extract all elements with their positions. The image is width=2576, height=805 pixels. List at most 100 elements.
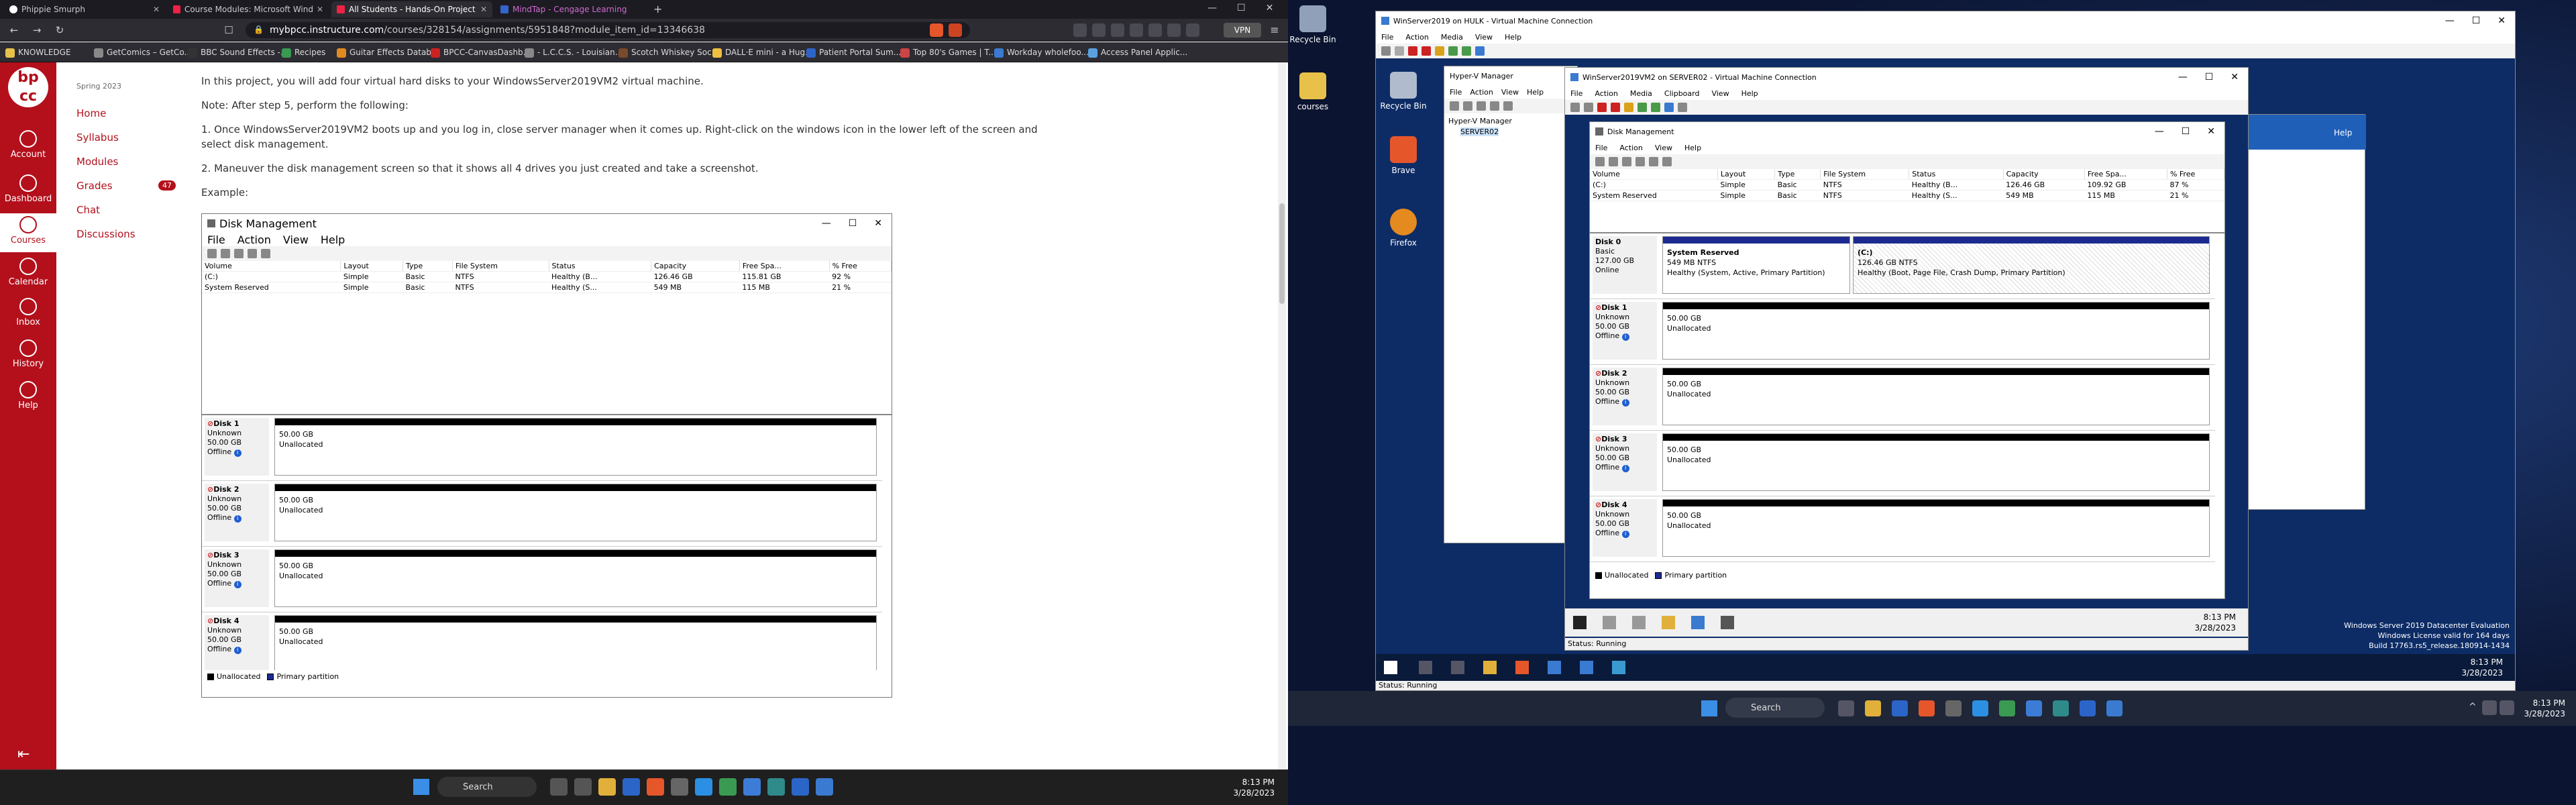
back-icon[interactable]: ←	[7, 22, 21, 38]
system-clock[interactable]: 8:13 PM 3/28/2023	[2509, 698, 2565, 719]
menu-clipboard[interactable]: Clipboard	[1664, 89, 1700, 98]
tab-2[interactable]: All Students - Hands-On Project ✕	[331, 1, 492, 17]
menu-help[interactable]: Help	[1741, 89, 1758, 98]
terminal-icon[interactable]	[671, 778, 688, 796]
close-icon[interactable]: ✕	[2207, 126, 2215, 137]
close-icon[interactable]: ✕	[153, 5, 160, 14]
new-tab-button[interactable]: +	[653, 3, 662, 15]
menu-help[interactable]: Help	[1505, 33, 1521, 42]
column-header[interactable]: Free Spa...	[739, 261, 830, 272]
course-nav-home[interactable]: Home	[76, 107, 106, 119]
bookmark-item[interactable]: GetComics – GetCo...	[94, 45, 192, 60]
disk-management-icon[interactable]	[1721, 616, 1734, 629]
nav-help[interactable]: Help	[0, 381, 56, 411]
tree-hyperv-manager[interactable]: Hyper-V Manager	[1448, 116, 1573, 127]
menu-file[interactable]: File	[1381, 33, 1393, 42]
start-icon[interactable]	[413, 779, 429, 795]
tree-server02[interactable]: SERVER02	[1448, 127, 1573, 138]
terminal-icon[interactable]	[1945, 700, 1962, 716]
menu-view[interactable]: View	[1475, 33, 1493, 42]
column-header[interactable]: % Free	[2167, 169, 2225, 180]
hyperv-icon[interactable]	[1580, 661, 1593, 674]
bookmark-item[interactable]: Access Panel Applic...	[1088, 45, 1187, 60]
start-icon[interactable]	[1573, 616, 1587, 629]
server-manager-icon[interactable]	[1548, 661, 1561, 674]
unallocated-partition[interactable]: 50.00 GB Unallocated	[274, 484, 877, 541]
up-icon[interactable]	[1622, 157, 1631, 166]
column-header[interactable]: Free Spa...	[2084, 169, 2167, 180]
vpn-button[interactable]: VPN	[1224, 23, 1261, 38]
close-icon[interactable]: ✕	[2498, 15, 2506, 26]
menu-view[interactable]: View	[1711, 89, 1729, 98]
vm-firefox[interactable]: Firefox	[1380, 209, 1427, 248]
column-header[interactable]: File System	[1820, 169, 1910, 180]
menu-view[interactable]: View	[1655, 144, 1672, 152]
column-header[interactable]: Capacity	[2003, 169, 2085, 180]
unallocated-partition[interactable]: 50.00 GB Unallocated	[1662, 368, 2210, 425]
vm-recycle-bin[interactable]: Recycle Bin	[1380, 72, 1427, 111]
column-header[interactable]: Status	[1909, 169, 2004, 180]
unallocated-partition[interactable]: 50.00 GB Unallocated	[1662, 433, 2210, 491]
menu-file[interactable]: File	[1570, 89, 1582, 98]
minimize-icon[interactable]: —	[2178, 72, 2188, 83]
disk-row[interactable]: ⊘Disk 1 Unknown 50.00 GB Offline i 50.00 GB U…	[1590, 299, 2215, 365]
file-explorer-icon[interactable]	[598, 778, 616, 796]
course-nav-discussions[interactable]: Discussions	[76, 228, 136, 240]
brave-icon[interactable]	[1515, 661, 1529, 674]
bookmark-item[interactable]: Scotch Whiskey Soc...	[619, 45, 719, 60]
minimize-icon[interactable]: —	[2445, 15, 2455, 26]
close-icon[interactable]: ✕	[2231, 72, 2239, 83]
course-nav-grades[interactable]: Grades	[76, 180, 113, 192]
maximize-icon[interactable]: ☐	[2182, 126, 2190, 137]
widgets-icon[interactable]	[1838, 700, 1854, 716]
column-header[interactable]: Type	[402, 261, 453, 272]
column-header[interactable]: Capacity	[651, 261, 740, 272]
taskbar-search[interactable]: Search	[1725, 698, 1825, 718]
properties-icon[interactable]	[1635, 157, 1645, 166]
nav-courses[interactable]: Courses	[0, 213, 56, 252]
menu-action[interactable]: Action	[1405, 33, 1428, 42]
table-row[interactable]: (C:) Simple Basic NTFS Healthy (B... 126.46 G…	[1590, 179, 2224, 191]
menu-help[interactable]: Help	[1684, 144, 1701, 152]
tray-chevron-icon[interactable]: ^	[2469, 702, 2477, 712]
nav-inbox[interactable]: Inbox	[0, 298, 56, 327]
disk-row[interactable]: ⊘Disk 3 Unknown 50.00 GB Offline i 50.00 GB U…	[1590, 431, 2215, 496]
extension-icon[interactable]	[1130, 23, 1143, 37]
table-row[interactable]: (C:) Simple Basic NTFS Healthy (B... 126.46 G…	[202, 271, 892, 282]
task-view-icon[interactable]	[550, 778, 568, 796]
bookmark-item[interactable]: BPCC-CanvasDashb...	[431, 45, 531, 60]
desktop-recycle-bin[interactable]: Recycle Bin	[1289, 5, 1336, 44]
nav-calendar[interactable]: Calendar	[0, 258, 56, 287]
menu-media[interactable]: Media	[1441, 33, 1463, 42]
column-header[interactable]: Layout	[340, 261, 403, 272]
disk-row[interactable]: ⊘Disk 1 Unknown 50.00 GB Offline i 50.00 GB U…	[202, 415, 882, 481]
system-clock[interactable]: 8:13 PM 3/28/2023	[1214, 777, 1275, 798]
tab-3[interactable]: MindTap - Cengage Learning	[495, 1, 649, 17]
close-icon[interactable]: ✕	[317, 5, 323, 14]
page-scrollbar[interactable]	[1278, 62, 1286, 769]
disk-row-0[interactable]: Disk 0 Basic 127.00 GB Online System Reserv…	[1590, 233, 2215, 299]
course-nav-chat[interactable]: Chat	[76, 204, 100, 216]
menu-action[interactable]: Action	[1619, 144, 1642, 152]
extension-icon[interactable]	[1186, 23, 1199, 37]
search-icon[interactable]	[1419, 661, 1432, 674]
tab-0[interactable]: Phippie Smurph ✕	[4, 1, 165, 17]
menu-action[interactable]: Action	[1595, 89, 1617, 98]
nav-history[interactable]: History	[0, 339, 56, 369]
app-icon[interactable]	[719, 778, 737, 796]
url-input[interactable]: mybpcc.instructure.com/courses/328154/as…	[246, 22, 970, 38]
column-header[interactable]: % Free	[829, 261, 892, 272]
brave-shields-icon[interactable]	[930, 23, 943, 37]
outlook-icon[interactable]	[1892, 700, 1908, 716]
info-icon[interactable]: i	[233, 647, 241, 654]
file-explorer-icon[interactable]	[1662, 616, 1675, 629]
scroll-thumb[interactable]	[1279, 203, 1285, 304]
vm-connect-icon[interactable]	[2106, 700, 2123, 716]
bookmark-item[interactable]: Recipes	[282, 45, 325, 60]
bookmark-item[interactable]: BBC Sound Effects -...	[188, 45, 288, 60]
bookmark-item[interactable]: - L.C.C.S. - Louisian...	[525, 45, 623, 60]
app-icon[interactable]	[1999, 700, 2015, 716]
brave-rewards-icon[interactable]	[949, 23, 962, 37]
column-header[interactable]: Layout	[1717, 169, 1776, 180]
help-icon[interactable]	[1649, 157, 1658, 166]
